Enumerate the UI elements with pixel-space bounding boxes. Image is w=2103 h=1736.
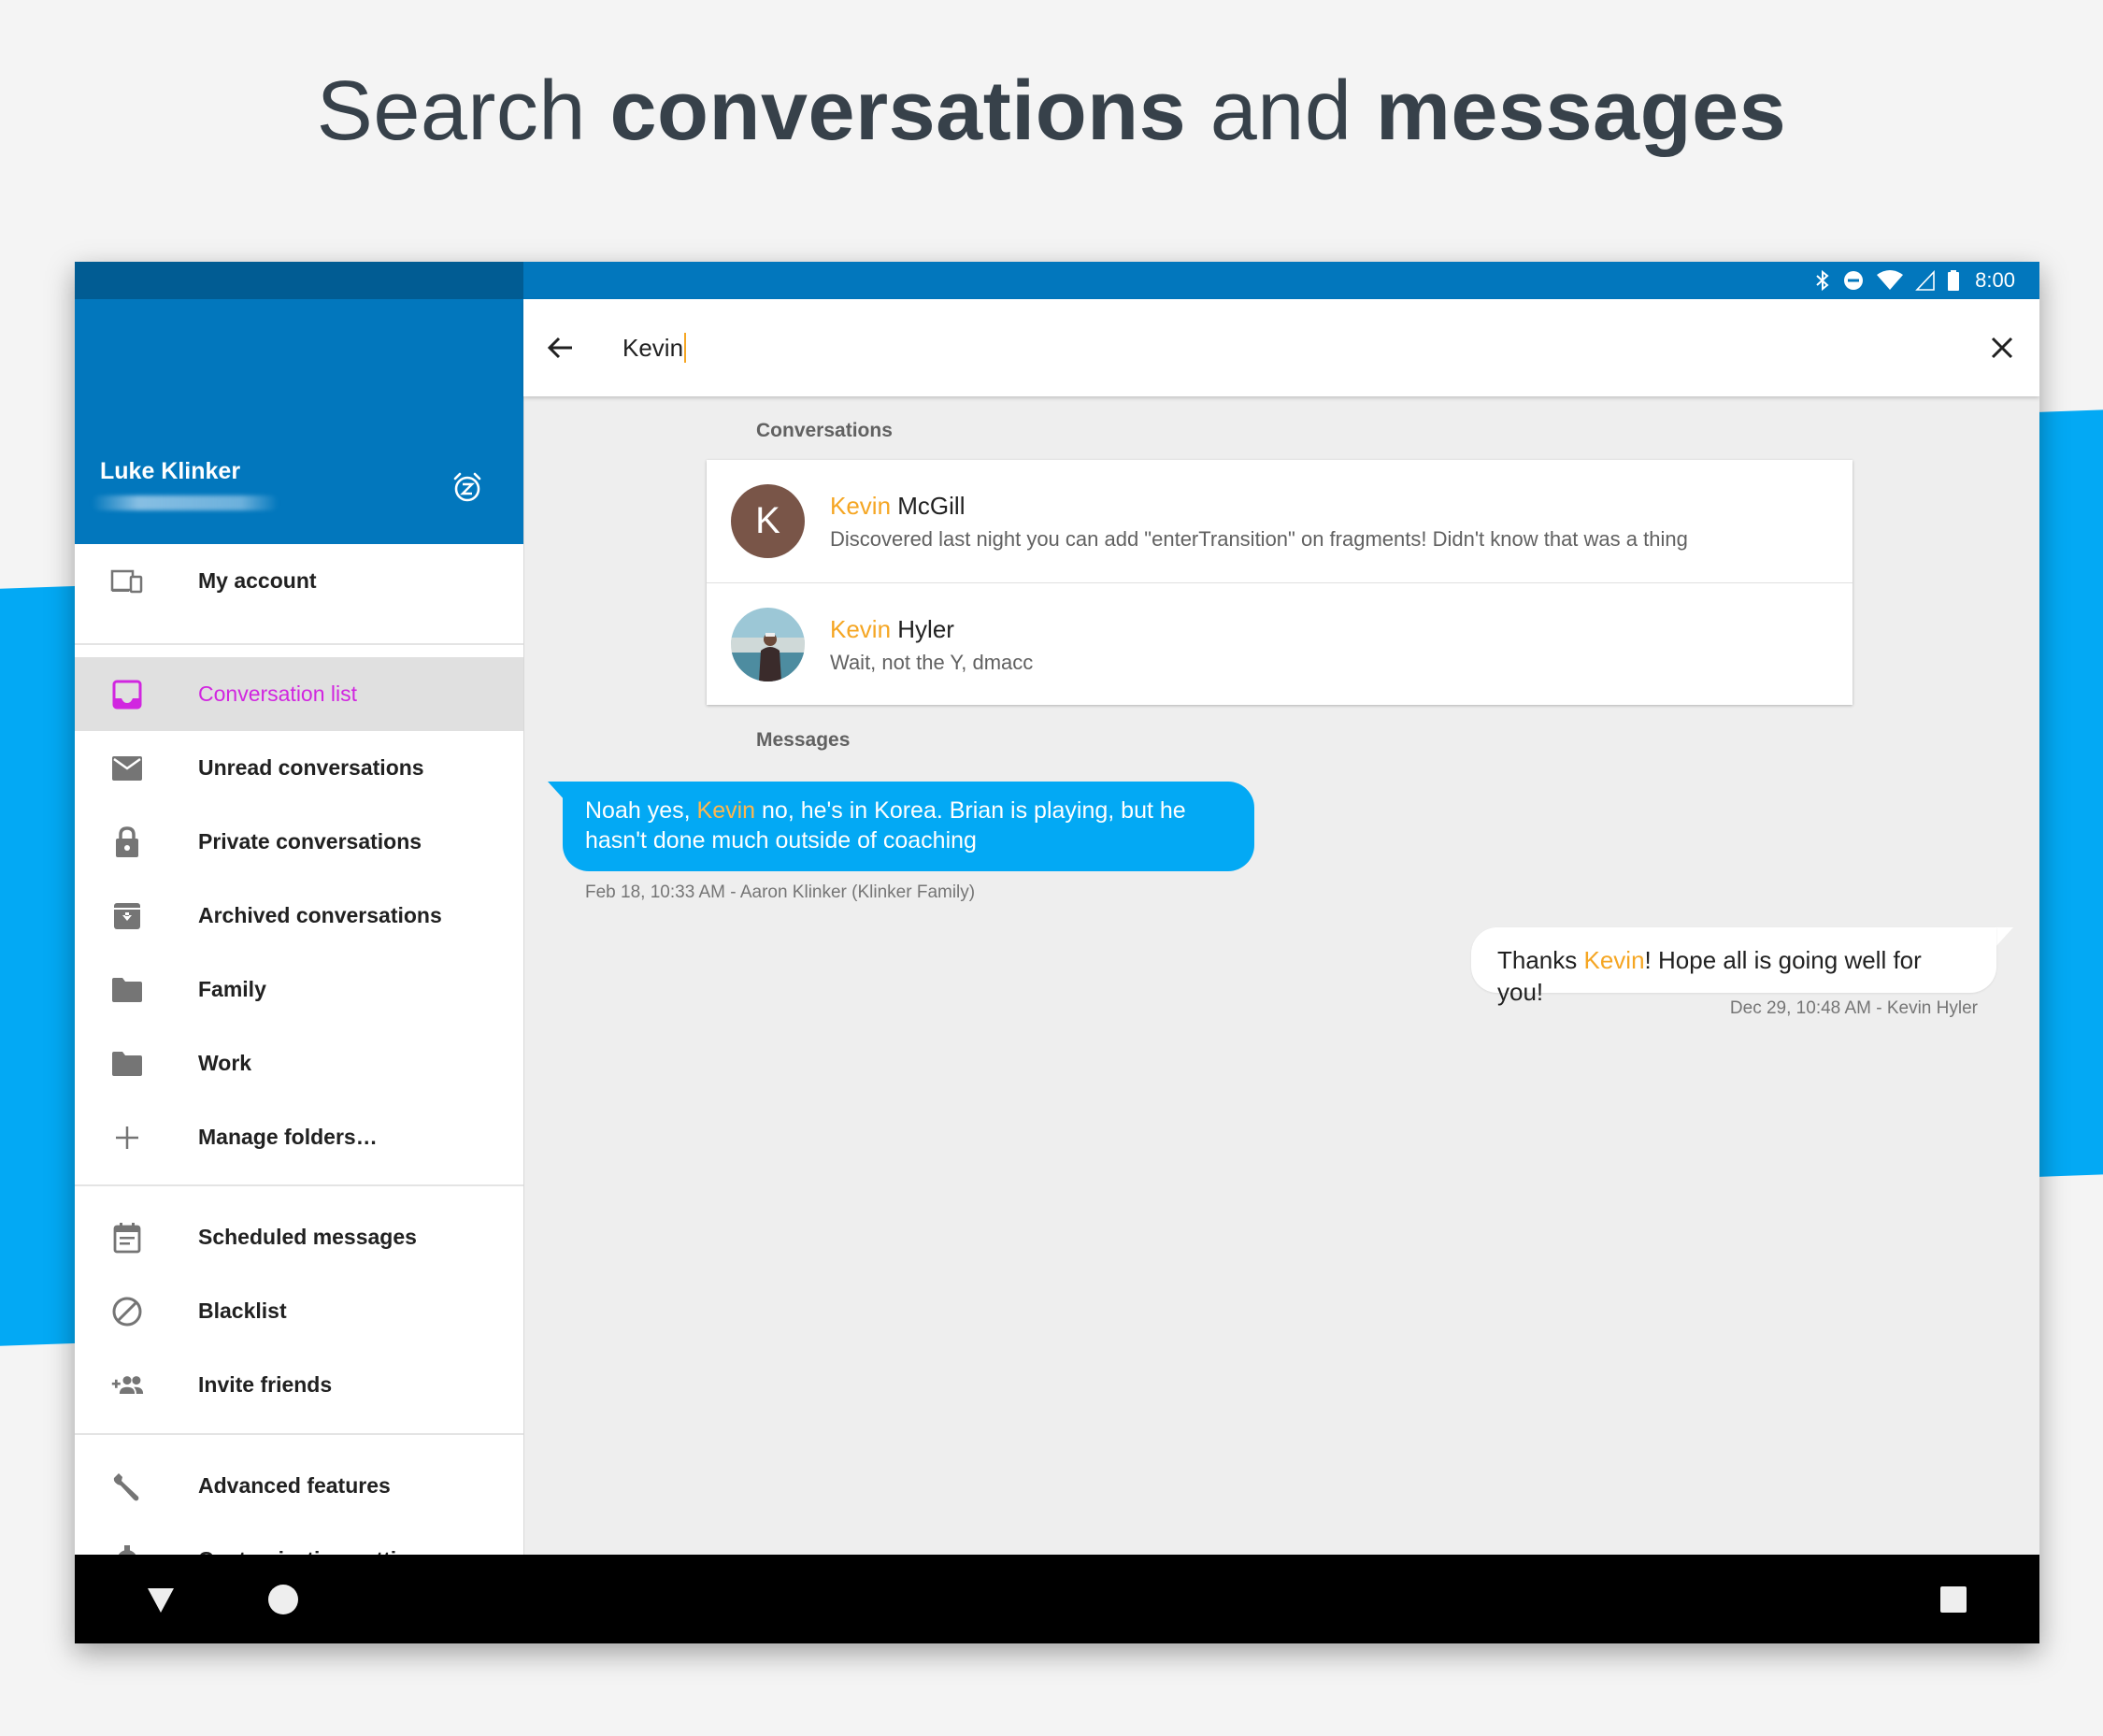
nav-label: Invite friends: [198, 1372, 333, 1397]
nav-invite-friends[interactable]: Invite friends: [75, 1348, 523, 1422]
nav-manage-folders[interactable]: Manage folders…: [75, 1100, 523, 1174]
inbox-icon: [110, 678, 144, 711]
conversation-results: K Kevin McGill Discovered last night you…: [707, 460, 1853, 705]
text-caret: [684, 333, 687, 363]
message-result-outgoing[interactable]: Thanks Kevin! Hope all is going well for…: [1471, 927, 1996, 1006]
wrench-icon: [110, 1470, 144, 1503]
headline-text-2: conversations: [609, 65, 1187, 158]
bluetooth-icon: [1816, 269, 1829, 292]
message-meta: Feb 18, 10:33 AM - Aaron Klinker (Klinke…: [585, 882, 976, 902]
nav-my-account[interactable]: My account: [75, 544, 523, 618]
nav-label: Scheduled messages: [198, 1225, 417, 1249]
back-arrow-icon[interactable]: [542, 329, 579, 366]
devices-icon: [110, 565, 144, 598]
nav-blacklist[interactable]: Blacklist: [75, 1274, 523, 1348]
drawer-header: Luke Klinker: [75, 299, 523, 544]
message-text: Thanks: [1497, 946, 1584, 974]
bubble-tail: [1995, 927, 2013, 948]
search-query: Kevin: [622, 333, 684, 362]
conversation-title-rest: Hyler: [891, 615, 954, 643]
conversation-title-rest: McGill: [891, 492, 966, 520]
nav-unread-conversations[interactable]: Unread conversations: [75, 731, 523, 805]
battery-icon: [1948, 270, 1960, 291]
folder-icon: [110, 1047, 144, 1081]
group-add-icon: [110, 1369, 144, 1402]
nav-scheduled-messages[interactable]: Scheduled messages: [75, 1200, 523, 1274]
nav-label: Blacklist: [198, 1298, 287, 1323]
nav-private-conversations[interactable]: Private conversations: [75, 805, 523, 879]
nav-label: Conversation list: [198, 681, 358, 706]
contact-photo: [731, 608, 805, 681]
recents-square-icon[interactable]: [1935, 1581, 1972, 1618]
do-not-disturb-icon: [1844, 271, 1864, 290]
nav-label: Advanced features: [198, 1473, 391, 1498]
search-toolbar: Kevin: [523, 299, 2039, 396]
drawer-divider: [75, 1433, 523, 1435]
nav-folder-family[interactable]: Family: [75, 953, 523, 1026]
clear-search-icon[interactable]: [1983, 329, 2021, 366]
system-navigation-bar: [75, 1555, 2039, 1643]
account-email-blurred: [92, 495, 279, 510]
promo-headline: Search conversations and messages: [0, 64, 2103, 160]
folder-icon: [110, 973, 144, 1007]
highlighted-match: Kevin: [830, 492, 892, 520]
signal-icon: [1915, 269, 1935, 291]
conversation-result-row[interactable]: K Kevin McGill Discovered last night you…: [707, 460, 1853, 582]
nav-label: Archived conversations: [198, 903, 442, 927]
conversation-result-row[interactable]: Kevin Hyler Wait, not the Y, dmacc: [707, 582, 1853, 706]
plus-icon: [110, 1121, 144, 1155]
headline-text-4: messages: [1375, 65, 1787, 158]
drawer-divider: [75, 1184, 523, 1186]
navigation-drawer: Luke Klinker My account Conversation lis…: [75, 299, 524, 1592]
nav-advanced-features[interactable]: Advanced features: [75, 1449, 523, 1523]
conversation-title: Kevin McGill: [830, 492, 965, 521]
nav-label: Unread conversations: [198, 755, 424, 780]
nav-label: Family: [198, 977, 266, 1001]
avatar: K: [731, 484, 805, 558]
conversation-snippet: Wait, not the Y, dmacc: [830, 651, 1034, 674]
account-name: Luke Klinker: [100, 458, 241, 484]
avatar: [731, 608, 805, 681]
mail-icon: [110, 752, 144, 785]
tablet-screen: 8:00 Luke Klinker My account Conversatio…: [75, 262, 2039, 1643]
headline-text-1: Search: [316, 65, 610, 158]
status-time: 8:00: [1975, 268, 2015, 292]
nav-folder-work[interactable]: Work: [75, 1026, 523, 1100]
highlighted-match: Kevin: [830, 615, 892, 643]
nav-label: Work: [198, 1051, 252, 1075]
highlighted-match: Kevin: [696, 797, 756, 824]
conversation-snippet: Discovered last night you can add "enter…: [830, 527, 1688, 551]
nav-label: Manage folders…: [198, 1125, 378, 1149]
status-bar: 8:00: [75, 262, 2039, 299]
back-triangle-icon[interactable]: [142, 1581, 179, 1618]
section-messages-header: Messages: [756, 729, 851, 751]
archive-icon: [110, 899, 144, 933]
block-icon: [110, 1295, 144, 1328]
wifi-icon: [1877, 270, 1904, 290]
search-input[interactable]: Kevin: [622, 327, 687, 368]
message-meta: Dec 29, 10:48 AM - Kevin Hyler: [1729, 998, 1978, 1018]
home-circle-icon[interactable]: [265, 1581, 302, 1618]
highlighted-match: Kevin: [1583, 946, 1645, 974]
nav-conversation-list[interactable]: Conversation list: [75, 657, 523, 731]
lock-icon: [110, 825, 144, 859]
nav-label: Private conversations: [198, 829, 422, 854]
message-text: Noah yes,: [585, 797, 697, 824]
calendar-icon: [110, 1221, 144, 1255]
headline-text-3: and: [1186, 65, 1376, 158]
section-conversations-header: Conversations: [756, 420, 893, 441]
avatar-letter: K: [755, 500, 780, 541]
message-result-incoming[interactable]: Noah yes, Kevin no, he's in Korea. Brian…: [563, 782, 1254, 871]
snooze-alarm-icon[interactable]: [451, 471, 484, 505]
conversation-title: Kevin Hyler: [830, 615, 954, 644]
nav-label: My account: [198, 568, 317, 593]
status-icons: 8:00: [1814, 262, 2015, 299]
drawer-divider: [75, 643, 523, 645]
status-bar-drawer-section: [75, 262, 523, 299]
nav-archived-conversations[interactable]: Archived conversations: [75, 879, 523, 953]
